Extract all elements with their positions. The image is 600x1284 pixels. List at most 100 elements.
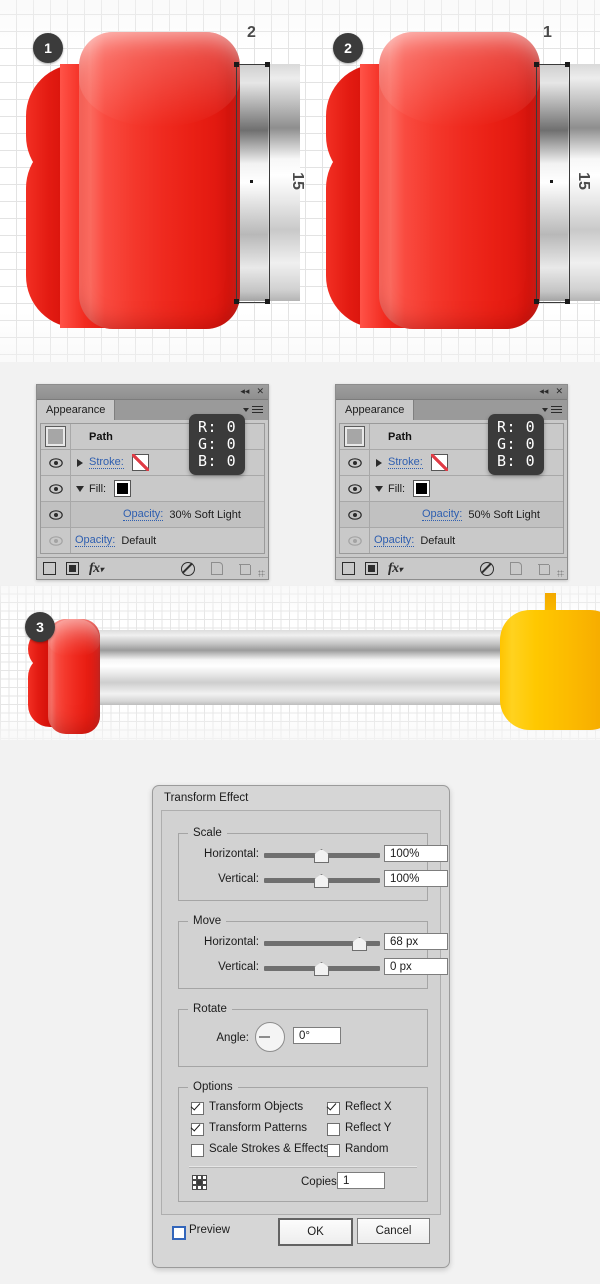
stroke-expand-arrow[interactable] [370, 458, 388, 467]
checkbox-reflect-y[interactable] [327, 1123, 340, 1136]
stroke-label[interactable]: Stroke: [89, 456, 124, 469]
checkbox-transform-patterns-label: Transform Patterns [209, 1122, 307, 1134]
appearance-row-object-opacity[interactable]: Opacity: Default [340, 528, 563, 553]
fill-opacity-label[interactable]: Opacity: [422, 508, 463, 521]
chevron-right-icon [77, 458, 83, 467]
delete-item-icon[interactable] [538, 563, 550, 575]
checkbox-random[interactable] [327, 1144, 340, 1157]
tab-appearance[interactable]: Appearance [336, 400, 415, 420]
close-icon[interactable]: ✕ [555, 386, 563, 397]
scale-vertical-field[interactable]: 100% [384, 870, 448, 887]
fill-visibility-toggle[interactable] [41, 476, 71, 501]
rotate-legend: Rotate [188, 1003, 232, 1015]
copies-field[interactable]: 1 [337, 1172, 385, 1189]
panel-menu-icon[interactable] [243, 404, 263, 415]
cancel-button[interactable]: Cancel [357, 1218, 430, 1244]
checkbox-reflect-x[interactable] [327, 1102, 340, 1115]
object-opacity-visibility-toggle[interactable] [41, 528, 71, 553]
scale-legend: Scale [188, 827, 227, 839]
move-horizontal-field[interactable]: 68 px [384, 933, 448, 950]
eye-icon [347, 483, 362, 494]
new-stroke-icon[interactable] [43, 562, 56, 575]
object-opacity-visibility-toggle[interactable] [340, 528, 370, 553]
object-opacity-value: Default [121, 534, 157, 547]
checkbox-reflect-x-label: Reflect X [345, 1101, 392, 1113]
close-icon[interactable]: ✕ [256, 386, 264, 397]
visibility-column-spacer [340, 424, 370, 449]
path-anchor-handle[interactable] [265, 62, 270, 67]
scale-horizontal-field[interactable]: 100% [384, 845, 448, 862]
duplicate-item-icon[interactable] [510, 562, 522, 575]
stroke-swatch-none-icon[interactable] [131, 454, 149, 471]
appearance-row-fill-opacity[interactable]: Opacity: 50% Soft Light [340, 502, 563, 528]
red-body-right [379, 32, 540, 329]
collapse-icon[interactable]: ◂◂ [240, 386, 249, 397]
scale-vertical-slider-knob[interactable] [314, 874, 329, 888]
clear-appearance-icon[interactable] [480, 561, 494, 576]
object-opacity-value: Default [420, 534, 456, 547]
move-horizontal-slider-knob[interactable] [352, 937, 367, 951]
new-fill-icon[interactable] [365, 562, 378, 575]
reference-point-icon[interactable] [192, 1175, 208, 1190]
appearance-panel-right[interactable]: ◂◂ ✕ Appearance Path Stroke: Fill: Opaci… [335, 384, 568, 580]
resize-grip-icon[interactable] [557, 570, 564, 577]
fill-swatch-black-icon[interactable] [114, 480, 132, 497]
path-anchor-handle[interactable] [565, 299, 570, 304]
stroke-swatch-none-icon[interactable] [430, 454, 448, 471]
move-vertical-field[interactable]: 0 px [384, 958, 448, 975]
stroke-expand-arrow[interactable] [71, 458, 89, 467]
fill-swatch-black-icon[interactable] [413, 480, 431, 497]
stroke-label[interactable]: Stroke: [388, 456, 423, 469]
rotate-angle-dial[interactable] [255, 1022, 285, 1052]
new-stroke-icon[interactable] [342, 562, 355, 575]
red-body-left [79, 32, 240, 329]
fill-opacity-visibility-toggle[interactable] [340, 502, 370, 527]
checkbox-transform-patterns[interactable] [191, 1123, 204, 1136]
move-vertical-slider-knob[interactable] [314, 962, 329, 976]
tooltip-g-value: G: 0 [198, 435, 237, 453]
object-type-label: Path [89, 430, 113, 443]
appearance-row-fill[interactable]: Fill: [340, 476, 563, 502]
fill-label: Fill: [89, 482, 107, 495]
appearance-row-object-opacity[interactable]: Opacity: Default [41, 528, 264, 553]
fill-visibility-toggle[interactable] [340, 476, 370, 501]
appearance-row-fill[interactable]: Fill: [41, 476, 264, 502]
delete-item-icon[interactable] [239, 563, 251, 575]
scale-horizontal-slider-knob[interactable] [314, 849, 329, 863]
duplicate-item-icon[interactable] [211, 562, 223, 575]
object-opacity-label[interactable]: Opacity: [75, 534, 116, 547]
ok-button[interactable]: OK [278, 1218, 353, 1246]
new-fill-icon[interactable] [66, 562, 79, 575]
checkbox-preview[interactable] [172, 1226, 186, 1240]
checkbox-scale-strokes-effects[interactable] [191, 1144, 204, 1157]
path-anchor-handle[interactable] [234, 62, 239, 67]
fill-opacity-visibility-toggle[interactable] [41, 502, 71, 527]
tooltip-r-value: R: 0 [198, 418, 237, 436]
path-anchor-handle[interactable] [534, 62, 539, 67]
path-anchor-handle[interactable] [534, 299, 539, 304]
path-anchor-handle[interactable] [565, 62, 570, 67]
fill-collapse-arrow[interactable] [370, 485, 388, 492]
object-opacity-label[interactable]: Opacity: [374, 534, 415, 547]
rotate-angle-field[interactable]: 0° [293, 1027, 341, 1044]
appearance-row-fill-opacity[interactable]: Opacity: 30% Soft Light [41, 502, 264, 528]
panel-menu-icon[interactable] [542, 404, 562, 415]
fill-collapse-arrow[interactable] [71, 485, 89, 492]
resize-grip-icon[interactable] [258, 570, 265, 577]
collapse-icon[interactable]: ◂◂ [539, 386, 548, 397]
eye-icon [48, 509, 63, 520]
panel-footer: fx▾ [336, 557, 567, 579]
fill-opacity-label[interactable]: Opacity: [123, 508, 164, 521]
fx-icon[interactable]: fx▾ [388, 561, 403, 577]
path-anchor-handle[interactable] [234, 299, 239, 304]
stroke-visibility-toggle[interactable] [340, 450, 370, 475]
transform-effect-dialog[interactable]: Transform Effect Scale Horizontal: 100% … [152, 785, 450, 1268]
fx-icon[interactable]: fx▾ [89, 561, 104, 577]
fill-opacity-value: 50% Soft Light [468, 508, 540, 521]
clear-appearance-icon[interactable] [181, 561, 195, 576]
path-anchor-handle[interactable] [265, 299, 270, 304]
stroke-visibility-toggle[interactable] [41, 450, 71, 475]
checkbox-transform-objects[interactable] [191, 1102, 204, 1115]
tab-appearance[interactable]: Appearance [37, 400, 116, 420]
appearance-panel-left[interactable]: ◂◂ ✕ Appearance Path Stroke: Fill: Opaci… [36, 384, 269, 580]
